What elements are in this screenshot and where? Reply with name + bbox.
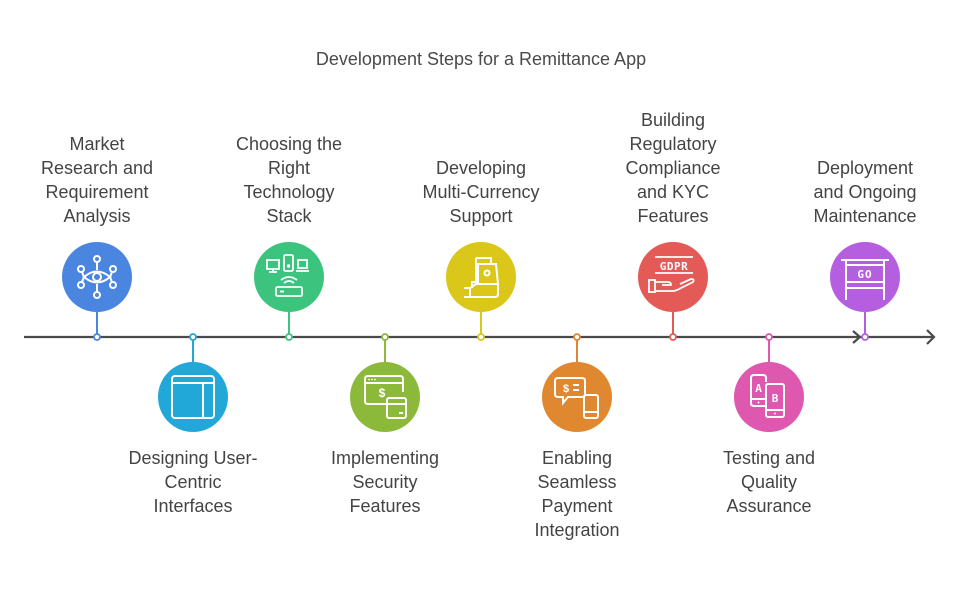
ab-testing-icon: A B xyxy=(734,362,804,432)
step-label-line: Interfaces xyxy=(153,496,233,516)
step-label-line: Regulatory xyxy=(629,134,717,154)
gdpr-hand-icon: GDPR xyxy=(638,242,708,312)
step-icon-circle xyxy=(158,362,228,432)
step-label-line: Seamless xyxy=(537,472,617,492)
step-icon-circle: $ xyxy=(542,362,612,432)
step-label-line: Implementing xyxy=(330,448,440,468)
step-label: Testing and Quality Assurance xyxy=(689,446,849,518)
timeline-node xyxy=(861,333,869,341)
step-icon-circle: A B xyxy=(734,362,804,432)
step-icon-circle: GO xyxy=(830,242,900,312)
step-label-line: Features xyxy=(349,496,421,516)
step-label: Implementing Security Features xyxy=(305,446,465,518)
timeline-node xyxy=(669,333,677,341)
step-label-line: Centric xyxy=(164,472,222,492)
step-label-line: and KYC xyxy=(636,182,710,202)
step-icon-circle: $ xyxy=(350,362,420,432)
step-label: Developing Multi-Currency Support xyxy=(401,156,561,228)
step-label-line: Research and xyxy=(40,158,154,178)
step-label-line: Building xyxy=(640,110,706,130)
step-label-line: Stack xyxy=(266,206,312,226)
step-label: Choosing the Right Technology Stack xyxy=(209,132,369,228)
step-label-line: Right xyxy=(267,158,311,178)
step-label-line: Market xyxy=(69,134,125,154)
timeline-node xyxy=(189,333,197,341)
timeline-node xyxy=(93,333,101,341)
step-icon-circle xyxy=(62,242,132,312)
step-label: Deployment and Ongoing Maintenance xyxy=(785,156,945,228)
step-label-line: Technology xyxy=(243,182,335,202)
step-label-line: Compliance xyxy=(625,158,721,178)
svg-text:A: A xyxy=(755,382,762,395)
devices-router-icon xyxy=(254,242,324,312)
step-icon-circle: GDPR xyxy=(638,242,708,312)
step-label-line: Choosing the xyxy=(235,134,343,154)
step-label-line: Support xyxy=(449,206,513,226)
step-label-line: Quality xyxy=(740,472,798,492)
eye-network-icon xyxy=(62,242,132,312)
svg-text:GO: GO xyxy=(857,268,872,281)
timeline-node xyxy=(765,333,773,341)
step-label: Designing User- Centric Interfaces xyxy=(113,446,273,518)
step-label-line: Multi-Currency xyxy=(422,182,540,202)
step-label-line: Testing and xyxy=(722,448,816,468)
svg-text:B: B xyxy=(772,392,779,405)
step-label: Market Research and Requirement Analysis xyxy=(17,132,177,228)
step-label-line: Deployment xyxy=(816,158,914,178)
timeline-node xyxy=(381,333,389,341)
hand-cash-icon xyxy=(446,242,516,312)
step-label-line: Requirement xyxy=(45,182,149,202)
step-label-line: Payment xyxy=(541,496,613,516)
mobile-payment-chat-icon: $ xyxy=(542,362,612,432)
step-label-line: and Ongoing xyxy=(813,182,917,202)
svg-text:$: $ xyxy=(379,386,386,400)
timeline-node xyxy=(285,333,293,341)
svg-text:GDPR: GDPR xyxy=(660,260,689,273)
step-label-line: Designing User- xyxy=(128,448,258,468)
step-label-line: Maintenance xyxy=(813,206,917,226)
step-label-line: Enabling xyxy=(541,448,613,468)
step-label-line: Integration xyxy=(534,520,620,540)
step-label-line: Features xyxy=(637,206,709,226)
step-label: Enabling Seamless Payment Integration xyxy=(497,446,657,542)
secure-payment-icon: $ xyxy=(350,362,420,432)
layout-window-icon xyxy=(158,362,228,432)
timeline-node xyxy=(477,333,485,341)
step-label-line: Security xyxy=(352,472,418,492)
timeline-node xyxy=(573,333,581,341)
step-icon-circle xyxy=(446,242,516,312)
step-label-line: Analysis xyxy=(63,206,131,226)
go-sign-icon: GO xyxy=(830,242,900,312)
svg-text:$: $ xyxy=(563,383,569,395)
step-label-line: Assurance xyxy=(726,496,812,516)
step-icon-circle xyxy=(254,242,324,312)
step-label-line: Developing xyxy=(435,158,527,178)
step-label: Building Regulatory Compliance and KYC Featu… xyxy=(593,108,753,228)
